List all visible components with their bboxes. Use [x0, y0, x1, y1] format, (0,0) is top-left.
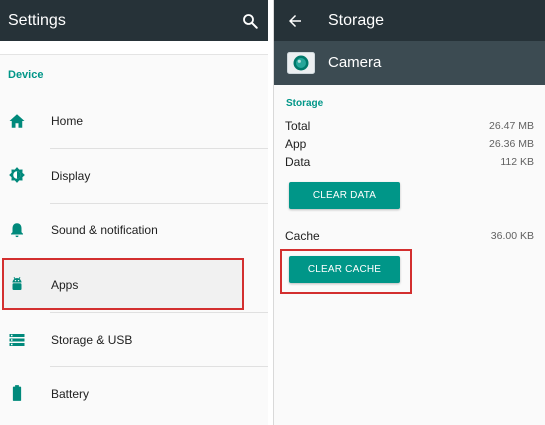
display-brightness-icon [9, 167, 25, 183]
bell-icon [11, 223, 23, 238]
settings-item-storage-usb[interactable]: Storage & USB [0, 312, 268, 366]
settings-app-bar: Settings [0, 0, 268, 41]
settings-item-sound[interactable]: Sound & notification [0, 204, 268, 258]
android-icon [12, 276, 22, 290]
storage-title: Storage [328, 12, 385, 29]
top-divider [0, 41, 268, 55]
camera-app-icon [287, 52, 315, 74]
storage-icon [9, 334, 25, 346]
back-arrow-icon[interactable] [286, 12, 304, 30]
section-header-storage: Storage [286, 98, 324, 109]
storage-app-bar: Storage [274, 0, 545, 41]
row-label: Data [285, 155, 311, 169]
storage-row-data: Data 112 KB [274, 154, 545, 172]
row-label: Total [285, 119, 311, 133]
app-name: Camera [328, 54, 382, 71]
settings-item-label: Sound & notification [51, 223, 158, 237]
settings-item-home[interactable]: Home [0, 94, 268, 148]
home-icon [9, 114, 25, 128]
row-value: 26.36 MB [489, 138, 534, 150]
search-icon[interactable] [241, 12, 259, 30]
section-header-device: Device [8, 69, 44, 81]
settings-screen: Settings Device Home Display Sound & not… [0, 0, 268, 425]
clear-cache-button[interactable]: CLEAR CACHE [289, 256, 400, 283]
settings-item-label: Battery [51, 387, 90, 401]
settings-title: Settings [8, 12, 66, 29]
storage-screen: Storage Camera Storage Total 26.47 MB Ap… [273, 0, 545, 425]
storage-row-cache: Cache 36.00 KB [274, 228, 545, 246]
app-header: Camera [274, 41, 545, 85]
battery-icon [12, 385, 22, 401]
clear-data-button[interactable]: CLEAR DATA [289, 182, 400, 209]
storage-row-app: App 26.36 MB [274, 136, 545, 154]
settings-item-label: Apps [51, 278, 79, 292]
storage-row-total: Total 26.47 MB [274, 118, 545, 136]
settings-item-display[interactable]: Display [0, 149, 268, 203]
row-value: 36.00 KB [490, 230, 534, 242]
row-value: 112 KB [500, 156, 534, 168]
settings-item-battery[interactable]: Battery [0, 367, 268, 421]
row-label: Cache [285, 229, 320, 243]
row-value: 26.47 MB [489, 120, 534, 132]
settings-item-apps[interactable]: Apps [0, 258, 268, 312]
settings-item-label: Display [51, 169, 91, 183]
settings-item-label: Home [51, 114, 84, 128]
settings-item-label: Storage & USB [51, 333, 133, 347]
row-label: App [285, 137, 307, 151]
